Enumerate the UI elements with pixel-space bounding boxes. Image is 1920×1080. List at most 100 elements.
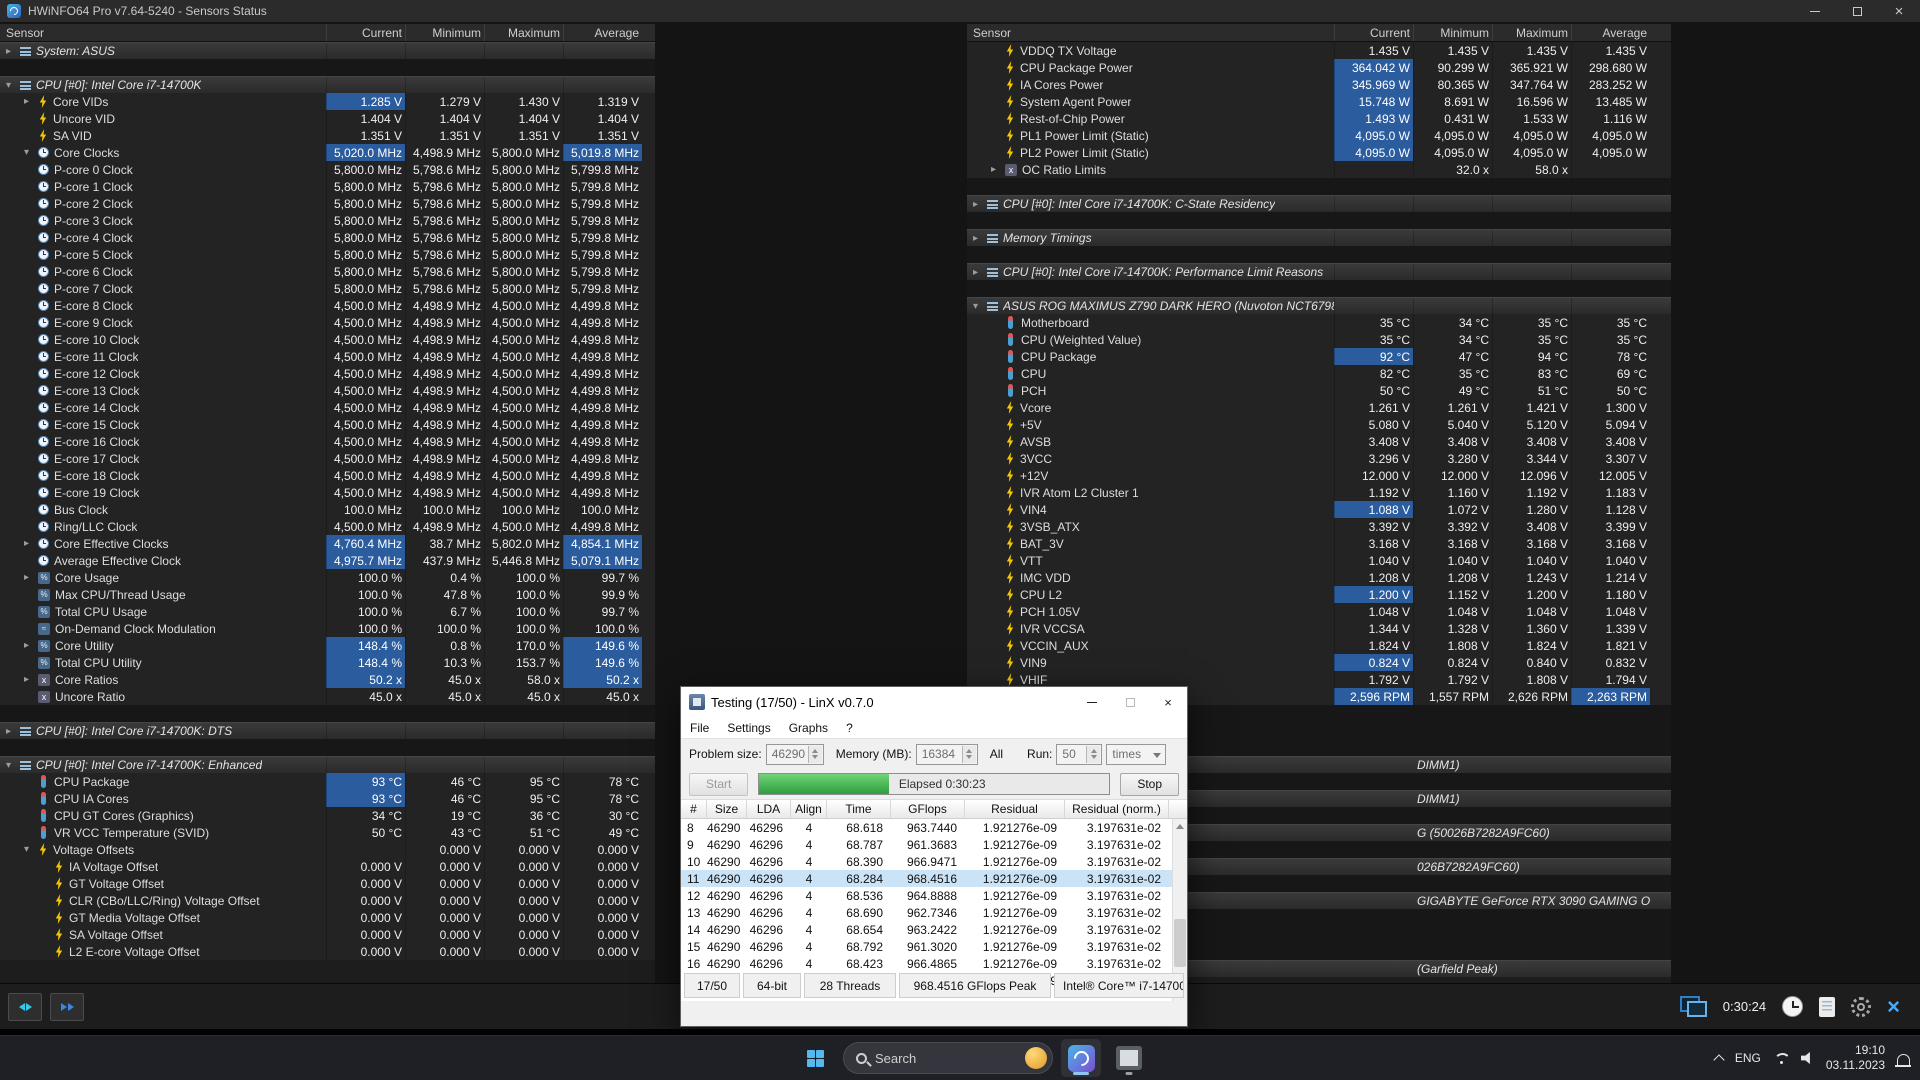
- sensor-group-row[interactable]: ▸Memory Timings: [967, 229, 1671, 246]
- settings-gear-icon[interactable]: [1851, 997, 1871, 1017]
- maximize-button[interactable]: [1836, 0, 1878, 22]
- sensor-row[interactable]: ▸Core Utility148.4 %0.8 %170.0 %149.6 %: [0, 637, 655, 654]
- sensor-row[interactable]: VCCIN_AUX1.824 V1.808 V1.824 V1.821 V: [967, 637, 1671, 654]
- sensor-group-row[interactable]: ▾CPU [#0]: Intel Core i7-14700K: [0, 76, 655, 93]
- column-maximum[interactable]: Maximum: [484, 24, 563, 41]
- sensor-group-row[interactable]: ▾ASUS ROG MAXIMUS Z790 DARK HERO (Nuvoto…: [967, 297, 1671, 314]
- taskbar-item-hwinfo[interactable]: [1061, 1039, 1101, 1077]
- sensor-group-row[interactable]: ▾CPU [#0]: Intel Core i7-14700K: Enhance…: [0, 756, 655, 773]
- start-button[interactable]: [795, 1039, 835, 1077]
- run-unit-select[interactable]: times: [1106, 744, 1166, 765]
- sensor-row[interactable]: PL2 Power Limit (Static)4,095.0 W4,095.0…: [967, 144, 1671, 161]
- sensor-group-row[interactable]: ▸CPU [#0]: Intel Core i7-14700K: DTS: [0, 722, 655, 739]
- sensor-row[interactable]: P-core 3 Clock5,800.0 MHz5,798.6 MHz5,80…: [0, 212, 655, 229]
- expand-chevron-icon[interactable]: ▸: [973, 233, 987, 244]
- scrollbar-thumb[interactable]: [1174, 919, 1186, 967]
- sensor-row[interactable]: P-core 0 Clock5,800.0 MHz5,798.6 MHz5,80…: [0, 161, 655, 178]
- sensor-row[interactable]: BAT_3V3.168 V3.168 V3.168 V3.168 V: [967, 535, 1671, 552]
- sensor-row[interactable]: P-core 5 Clock5,800.0 MHz5,798.6 MHz5,80…: [0, 246, 655, 263]
- sensor-row[interactable]: VIN90.824 V0.824 V0.840 V0.832 V: [967, 654, 1671, 671]
- sensor-row[interactable]: GT Media Voltage Offset0.000 V0.000 V0.0…: [0, 909, 655, 926]
- linx-result-row[interactable]: 114629046296468.284968.45161.921276e-093…: [681, 870, 1172, 887]
- sensor-row[interactable]: 3VSB_ATX3.392 V3.392 V3.408 V3.399 V: [967, 518, 1671, 535]
- sensor-row[interactable]: IA Voltage Offset0.000 V0.000 V0.000 V0.…: [0, 858, 655, 875]
- sensor-row[interactable]: P-core 4 Clock5,800.0 MHz5,798.6 MHz5,80…: [0, 229, 655, 246]
- sensor-row[interactable]: IMC VDD1.208 V1.208 V1.243 V1.214 V: [967, 569, 1671, 586]
- sensor-row[interactable]: E-core 9 Clock4,500.0 MHz4,498.9 MHz4,50…: [0, 314, 655, 331]
- sensor-row[interactable]: ▾Voltage Offsets0.000 V0.000 V0.000 V: [0, 841, 655, 858]
- all-checkbox-label[interactable]: All: [990, 747, 1003, 761]
- sensor-row[interactable]: CLR (CBo/LLC/Ring) Voltage Offset0.000 V…: [0, 892, 655, 909]
- expand-chevron-icon[interactable]: ▸: [24, 572, 38, 583]
- expand-chevron-icon[interactable]: ▸: [6, 46, 20, 57]
- linx-result-row[interactable]: 94629046296468.787961.36831.921276e-093.…: [681, 836, 1172, 853]
- sensor-row[interactable]: VDDQ TX Voltage1.435 V1.435 V1.435 V1.43…: [967, 42, 1671, 59]
- expand-chevron-icon[interactable]: ▾: [6, 760, 20, 771]
- sensor-row[interactable]: PCH 1.05V1.048 V1.048 V1.048 V1.048 V: [967, 603, 1671, 620]
- sensor-row[interactable]: P-core 6 Clock5,800.0 MHz5,798.6 MHz5,80…: [0, 263, 655, 280]
- sensor-row[interactable]: CPU (Weighted Value)35 °C34 °C35 °C35 °C: [967, 331, 1671, 348]
- sensor-row[interactable]: GT Voltage Offset0.000 V0.000 V0.000 V0.…: [0, 875, 655, 892]
- sensor-group-row[interactable]: ▸CPU [#0]: Intel Core i7-14700K: C-State…: [967, 195, 1671, 212]
- sensor-row[interactable]: CPU Package93 °C46 °C95 °C78 °C: [0, 773, 655, 790]
- linx-close-button[interactable]: ×: [1149, 687, 1187, 717]
- sensor-row[interactable]: CPU82 °C35 °C83 °C69 °C: [967, 365, 1671, 382]
- expand-chevron-icon[interactable]: ▾: [24, 147, 38, 158]
- column-average[interactable]: Average: [563, 24, 642, 41]
- sensor-row[interactable]: E-core 15 Clock4,500.0 MHz4,498.9 MHz4,5…: [0, 416, 655, 433]
- scroll-up-icon[interactable]: [1173, 819, 1187, 834]
- sensor-group-row[interactable]: ▸CPU [#0]: Intel Core i7-14700K: Perform…: [967, 263, 1671, 280]
- menu-settings[interactable]: Settings: [718, 721, 779, 735]
- spinner-icon[interactable]: [808, 746, 822, 763]
- expand-chevron-icon[interactable]: ▸: [24, 674, 38, 685]
- sensor-row[interactable]: On-Demand Clock Modulation100.0 %100.0 %…: [0, 620, 655, 637]
- expand-chevron-icon[interactable]: ▸: [991, 164, 1005, 175]
- results-column-size[interactable]: Size: [707, 800, 747, 818]
- expand-chevron-icon[interactable]: ▾: [6, 80, 20, 91]
- sensor-row[interactable]: Uncore Ratio45.0 x45.0 x45.0 x45.0 x: [0, 688, 655, 705]
- sensor-row[interactable]: E-core 12 Clock4,500.0 MHz4,498.9 MHz4,5…: [0, 365, 655, 382]
- sensor-row[interactable]: E-core 14 Clock4,500.0 MHz4,498.9 MHz4,5…: [0, 399, 655, 416]
- sensor-row[interactable]: Rest-of-Chip Power1.493 W0.431 W1.533 W1…: [967, 110, 1671, 127]
- sensor-row[interactable]: E-core 19 Clock4,500.0 MHz4,498.9 MHz4,5…: [0, 484, 655, 501]
- sensor-row[interactable]: L2 E-core Voltage Offset0.000 V0.000 V0.…: [0, 943, 655, 960]
- column-minimum[interactable]: Minimum: [405, 24, 484, 41]
- expand-chevron-icon[interactable]: ▾: [24, 844, 38, 855]
- next-page-button[interactable]: [50, 993, 84, 1021]
- sensor-row[interactable]: +12V12.000 V12.000 V12.096 V12.005 V: [967, 467, 1671, 484]
- sensor-row[interactable]: E-core 8 Clock4,500.0 MHz4,498.9 MHz4,50…: [0, 297, 655, 314]
- results-column-residual-norm[interactable]: Residual (norm.): [1065, 800, 1169, 818]
- column-minimum[interactable]: Minimum: [1413, 24, 1492, 41]
- sensor-row[interactable]: IVR VCCSA1.344 V1.328 V1.360 V1.339 V: [967, 620, 1671, 637]
- sensor-row[interactable]: Max CPU/Thread Usage100.0 %47.8 %100.0 %…: [0, 586, 655, 603]
- sensor-row[interactable]: P-core 1 Clock5,800.0 MHz5,798.6 MHz5,80…: [0, 178, 655, 195]
- sensor-row[interactable]: ▸OC Ratio Limits32.0 x58.0 x: [967, 161, 1671, 178]
- linx-result-row[interactable]: 164629046296468.423966.48651.921276e-093…: [681, 955, 1172, 972]
- sensor-row[interactable]: VTT1.040 V1.040 V1.040 V1.040 V: [967, 552, 1671, 569]
- results-column-gflops[interactable]: GFlops: [891, 800, 965, 818]
- sensor-row[interactable]: SA VID1.351 V1.351 V1.351 V1.351 V: [0, 127, 655, 144]
- sensor-row[interactable]: P-core 2 Clock5,800.0 MHz5,798.6 MHz5,80…: [0, 195, 655, 212]
- monitoring-screens-icon[interactable]: [1680, 996, 1707, 1017]
- expand-chevron-icon[interactable]: ▸: [973, 267, 987, 278]
- sensor-row[interactable]: PL1 Power Limit (Static)4,095.0 W4,095.0…: [967, 127, 1671, 144]
- results-column-align[interactable]: Align: [791, 800, 827, 818]
- spinner-icon[interactable]: [962, 746, 976, 763]
- linx-minimize-button[interactable]: [1073, 687, 1111, 717]
- sensor-row[interactable]: CPU L21.200 V1.152 V1.200 V1.180 V: [967, 586, 1671, 603]
- minimize-button[interactable]: [1794, 0, 1836, 22]
- linx-result-row[interactable]: 134629046296468.690962.73461.921276e-093…: [681, 904, 1172, 921]
- sensor-row[interactable]: VIN41.088 V1.072 V1.280 V1.128 V: [967, 501, 1671, 518]
- sensor-row[interactable]: ▾Core Clocks5,020.0 MHz4,498.9 MHz5,800.…: [0, 144, 655, 161]
- sensor-row[interactable]: E-core 16 Clock4,500.0 MHz4,498.9 MHz4,5…: [0, 433, 655, 450]
- column-maximum[interactable]: Maximum: [1492, 24, 1571, 41]
- sensor-row[interactable]: P-core 7 Clock5,800.0 MHz5,798.6 MHz5,80…: [0, 280, 655, 297]
- results-column-time[interactable]: Time: [827, 800, 891, 818]
- column-current[interactable]: Current: [326, 24, 405, 41]
- expand-chevron-icon[interactable]: ▸: [973, 199, 987, 210]
- clock-icon[interactable]: [1782, 996, 1803, 1017]
- column-sensor[interactable]: Sensor: [0, 24, 326, 41]
- sensor-row[interactable]: ▸Core Usage100.0 %0.4 %100.0 %99.7 %: [0, 569, 655, 586]
- sensor-row[interactable]: ▸Core VIDs1.285 V1.279 V1.430 V1.319 V: [0, 93, 655, 110]
- menu-graphs[interactable]: Graphs: [780, 721, 837, 735]
